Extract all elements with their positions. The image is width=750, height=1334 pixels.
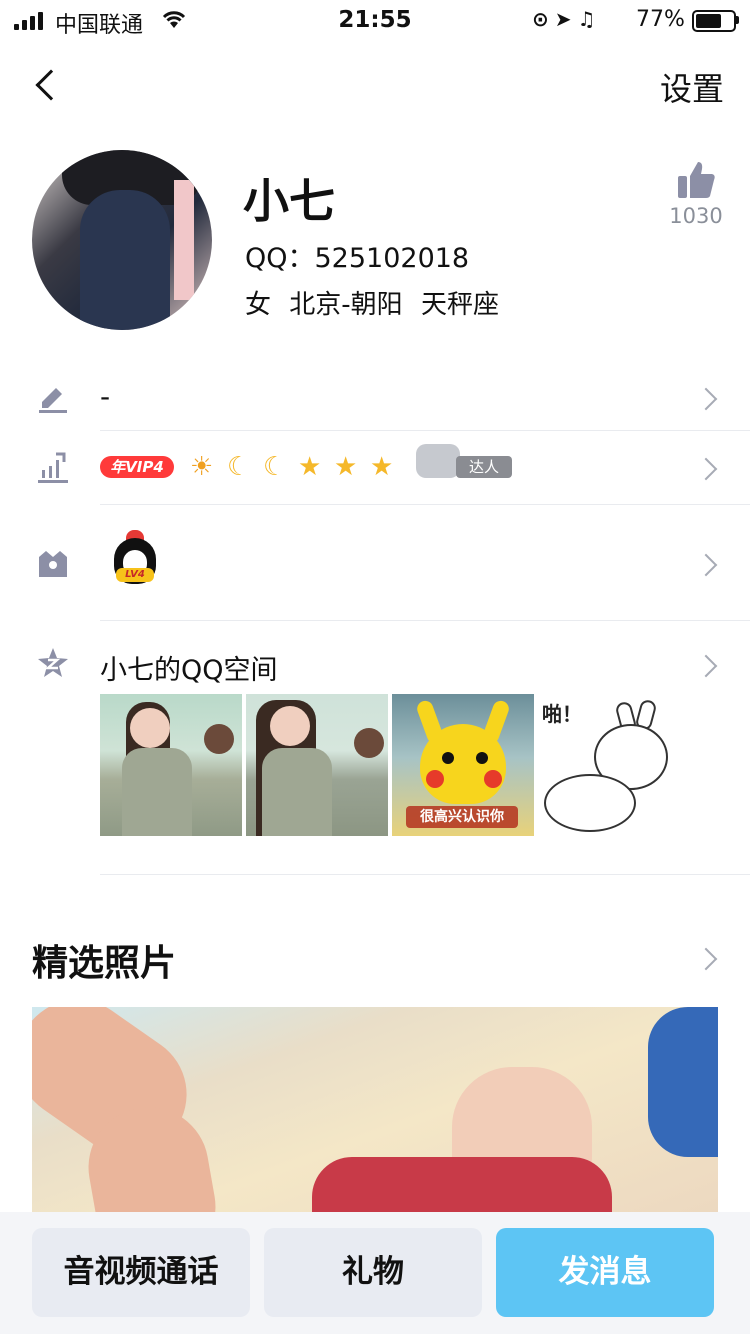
thumbs-up-icon[interactable] <box>676 160 716 200</box>
constellation: 天秤座 <box>420 290 499 320</box>
gender: 女 <box>245 290 272 320</box>
daren-label: 达人 <box>456 456 512 478</box>
gift-button[interactable]: 礼物 <box>264 1228 482 1317</box>
divider <box>100 874 750 875</box>
divider <box>100 504 750 505</box>
status-icons: ⊙➤♫ <box>532 7 601 31</box>
wing-icon <box>416 444 460 478</box>
crown-icon <box>36 547 70 581</box>
qq-number: QQ：525102018 <box>245 243 470 274</box>
chevron-right-icon[interactable] <box>694 947 718 971</box>
qq-pet-penguin[interactable]: LV4 <box>110 530 160 588</box>
divider <box>100 620 750 621</box>
battery-icon <box>692 10 736 32</box>
edit-icon <box>36 380 70 414</box>
location: 北京-朝阳 <box>289 290 403 320</box>
back-icon[interactable] <box>35 69 67 101</box>
vip-badge[interactable]: 年VIP4 <box>100 456 174 478</box>
featured-photo[interactable] <box>32 1007 718 1217</box>
star-icon: ★ <box>334 452 358 482</box>
like-count: 1030 <box>669 204 723 228</box>
battery-tip <box>736 16 739 24</box>
battery-percent: 77% <box>636 7 685 32</box>
moon-icon: ☾ <box>227 452 251 482</box>
profile-name: 小七 <box>243 174 335 228</box>
send-message-button[interactable]: 发消息 <box>496 1228 714 1317</box>
headphones-icon: ♫ <box>577 7 602 31</box>
divider <box>100 430 750 431</box>
qzone-photo[interactable]: 很高兴认识你 <box>392 694 534 836</box>
signature-text[interactable]: - <box>100 380 110 413</box>
avatar[interactable] <box>32 150 212 330</box>
chevron-right-icon[interactable] <box>694 553 718 577</box>
settings-button[interactable]: 设置 <box>660 64 724 110</box>
sun-icon: ☀ <box>190 452 214 482</box>
featured-photos-title: 精选照片 <box>32 943 177 984</box>
photo-caption: 啪！ <box>542 702 582 726</box>
qzone-star-icon <box>36 646 70 680</box>
profile-info: 女 北京-朝阳 天秤座 <box>245 284 499 321</box>
chevron-right-icon[interactable] <box>694 457 718 481</box>
chevron-right-icon[interactable] <box>694 387 718 411</box>
qzone-title[interactable]: 小七的QQ空间 <box>100 648 278 687</box>
qzone-photo[interactable] <box>246 694 388 836</box>
star-icon: ★ <box>298 452 322 482</box>
battery-level <box>696 14 721 28</box>
moon-icon: ☾ <box>263 452 287 482</box>
rotation-lock-icon: ⊙ <box>532 7 555 31</box>
location-icon: ➤ <box>554 7 578 31</box>
daren-badge[interactable]: 达人 <box>416 440 512 482</box>
qzone-photo[interactable]: 啪！ <box>538 694 680 836</box>
photo-caption: 很高兴认识你 <box>406 806 518 828</box>
star-icon: ★ <box>370 452 394 482</box>
level-chart-icon <box>36 450 70 484</box>
pet-level: LV4 <box>116 568 154 582</box>
qzone-photo[interactable] <box>100 694 242 836</box>
av-call-button[interactable]: 音视频通话 <box>32 1228 250 1317</box>
chevron-right-icon[interactable] <box>694 654 718 678</box>
status-bar: 中国联通 21:55 ⊙➤♫ 77% <box>0 0 750 40</box>
